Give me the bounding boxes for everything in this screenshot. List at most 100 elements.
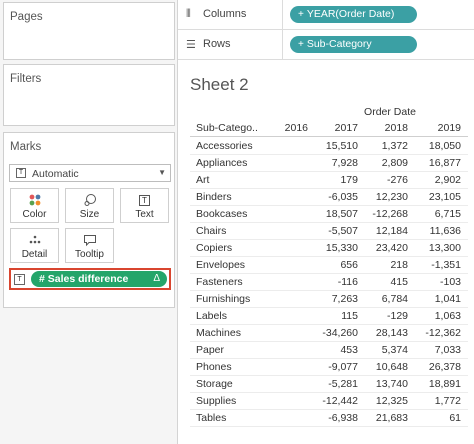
text-button-label: Text [135, 209, 154, 220]
table-row[interactable]: Tables -6,938 21,683 61 [190, 410, 468, 427]
cell-2017: -9,077 [328, 361, 358, 373]
columns-label: Columns [203, 8, 247, 20]
rows-label: Rows [203, 38, 231, 50]
cell-2017: 15,510 [325, 140, 358, 152]
tooltip-button[interactable]: Tooltip [65, 228, 114, 263]
row-label: Supplies [196, 395, 237, 407]
row-label: Tables [196, 412, 227, 424]
year-2016-header[interactable]: 2016 [264, 122, 308, 134]
cell-2018: 10,648 [375, 361, 408, 373]
text-button[interactable]: T Text [120, 188, 169, 223]
shelf-divider [282, 30, 283, 60]
sheet-title: Sheet 2 [190, 75, 249, 94]
columns-shelf[interactable]: ⦀ Columns + YEAR(Order Date) [178, 0, 474, 30]
sales-difference-mark-row[interactable]: T # Sales difference Δ [9, 268, 171, 290]
expand-plus-icon[interactable]: + [298, 9, 304, 20]
rows-shelf[interactable]: ☰ Rows + Sub-Category [178, 30, 474, 60]
cell-2017: 656 [340, 259, 358, 271]
table-row[interactable]: Storage -5,281 13,740 18,891 [190, 376, 468, 393]
left-side-panel: Pages Filters Marks T Automatic ▼ Color [0, 0, 178, 444]
table-row[interactable]: Envelopes 656 218 -1,351 [190, 257, 468, 274]
row-label: Accessories [196, 140, 253, 152]
table-row[interactable]: Art 179 -276 2,902 [190, 172, 468, 189]
cell-2017: 179 [340, 174, 358, 186]
mark-type-dropdown[interactable]: T Automatic ▼ [9, 164, 171, 182]
table-row[interactable]: Chairs -5,507 12,184 11,636 [190, 223, 468, 240]
year-order-date-label: YEAR(Order Date) [306, 8, 395, 20]
cell-2017: 18,507 [325, 208, 358, 220]
mark-type-value: Automatic [32, 168, 79, 180]
rows-icon: ☰ [186, 39, 196, 51]
table-row[interactable]: Phones -9,077 10,648 26,378 [190, 359, 468, 376]
marks-card: Marks T Automatic ▼ Color Size T Text De… [3, 132, 175, 308]
shelf-divider [282, 0, 283, 30]
sales-difference-table: Accessories 15,510 1,372 18,050 Appliances 7… [190, 138, 468, 427]
table-row[interactable]: Copiers 15,330 23,420 13,300 [190, 240, 468, 257]
cell-2019: 11,636 [429, 225, 461, 237]
expand-plus-icon[interactable]: + [298, 39, 304, 50]
detail-button-label: Detail [21, 249, 48, 260]
cell-2017: -6,035 [328, 191, 358, 203]
cell-2017: 7,263 [331, 293, 358, 305]
year-2018-header[interactable]: 2018 [363, 122, 408, 134]
table-row[interactable]: Machines -34,260 28,143 -12,362 [190, 325, 468, 342]
filters-card[interactable]: Filters [3, 64, 175, 126]
text-mark-icon[interactable]: T [14, 274, 25, 285]
cell-2018: 218 [390, 259, 408, 271]
columns-icon: ⦀ [186, 8, 191, 20]
speech-bubble-icon [66, 233, 113, 247]
table-row[interactable]: Bookcases 18,507 -12,268 6,715 [190, 206, 468, 223]
cell-2018: -129 [386, 310, 408, 322]
detail-button[interactable]: Detail [10, 228, 59, 263]
year-order-date-pill[interactable]: + YEAR(Order Date) [290, 6, 417, 23]
marks-title: Marks [10, 141, 42, 153]
color-palette-icon [11, 193, 58, 207]
table-row[interactable]: Appliances 7,928 2,809 16,877 [190, 155, 468, 172]
cell-2018: 23,420 [375, 242, 408, 254]
size-icon [66, 193, 113, 207]
pages-card[interactable]: Pages [3, 2, 175, 60]
cell-2019: 1,772 [434, 395, 461, 407]
cell-2019: 23,105 [428, 191, 461, 203]
cell-2019: 1,063 [434, 310, 461, 322]
cell-2017: -12,442 [322, 395, 358, 407]
table-row[interactable]: Furnishings 7,263 6,784 1,041 [190, 291, 468, 308]
sales-difference-pill[interactable]: # Sales difference Δ [31, 271, 167, 287]
sub-category-pill[interactable]: + Sub-Category [290, 36, 417, 53]
table-header-row: Sub-Catego.. 2016 2017 2018 2019 [190, 121, 468, 137]
table-row[interactable]: Binders -6,035 12,230 23,105 [190, 189, 468, 206]
year-2019-header[interactable]: 2019 [413, 122, 461, 134]
cell-2017: 453 [340, 344, 358, 356]
cell-2019: 6,715 [434, 208, 461, 220]
cell-2019: 61 [449, 412, 461, 424]
cell-2017: -116 [337, 276, 358, 288]
row-label: Envelopes [196, 259, 246, 271]
year-2017-header[interactable]: 2017 [313, 122, 358, 134]
cell-2018: 12,325 [375, 395, 408, 407]
cell-2018: 1,372 [381, 140, 408, 152]
row-label: Art [196, 174, 210, 186]
pages-title: Pages [10, 11, 43, 23]
row-label: Machines [196, 327, 241, 339]
order-date-column-header[interactable]: Order Date [310, 106, 470, 118]
tooltip-button-label: Tooltip [75, 249, 104, 260]
cell-2019: 2,902 [434, 174, 461, 186]
color-button[interactable]: Color [10, 188, 59, 223]
cell-2018: 21,683 [375, 412, 408, 424]
table-row[interactable]: Paper 453 5,374 7,033 [190, 342, 468, 359]
cell-2019: 13,300 [428, 242, 461, 254]
table-row[interactable]: Supplies -12,442 12,325 1,772 [190, 393, 468, 410]
table-row[interactable]: Labels 115 -129 1,063 [190, 308, 468, 325]
cell-2018: 13,740 [375, 378, 408, 390]
table-row[interactable]: Accessories 15,510 1,372 18,050 [190, 138, 468, 155]
row-label: Furnishings [196, 293, 251, 305]
table-row[interactable]: Fasteners -116 415 -103 [190, 274, 468, 291]
cell-2018: 415 [390, 276, 408, 288]
cell-2019: 18,891 [428, 378, 461, 390]
row-label: Binders [196, 191, 232, 203]
cell-2019: 1,041 [434, 293, 461, 305]
size-button[interactable]: Size [65, 188, 114, 223]
subcategory-header[interactable]: Sub-Catego.. [196, 122, 258, 134]
cell-2019: -1,351 [431, 259, 461, 271]
cell-2018: -276 [386, 174, 408, 186]
